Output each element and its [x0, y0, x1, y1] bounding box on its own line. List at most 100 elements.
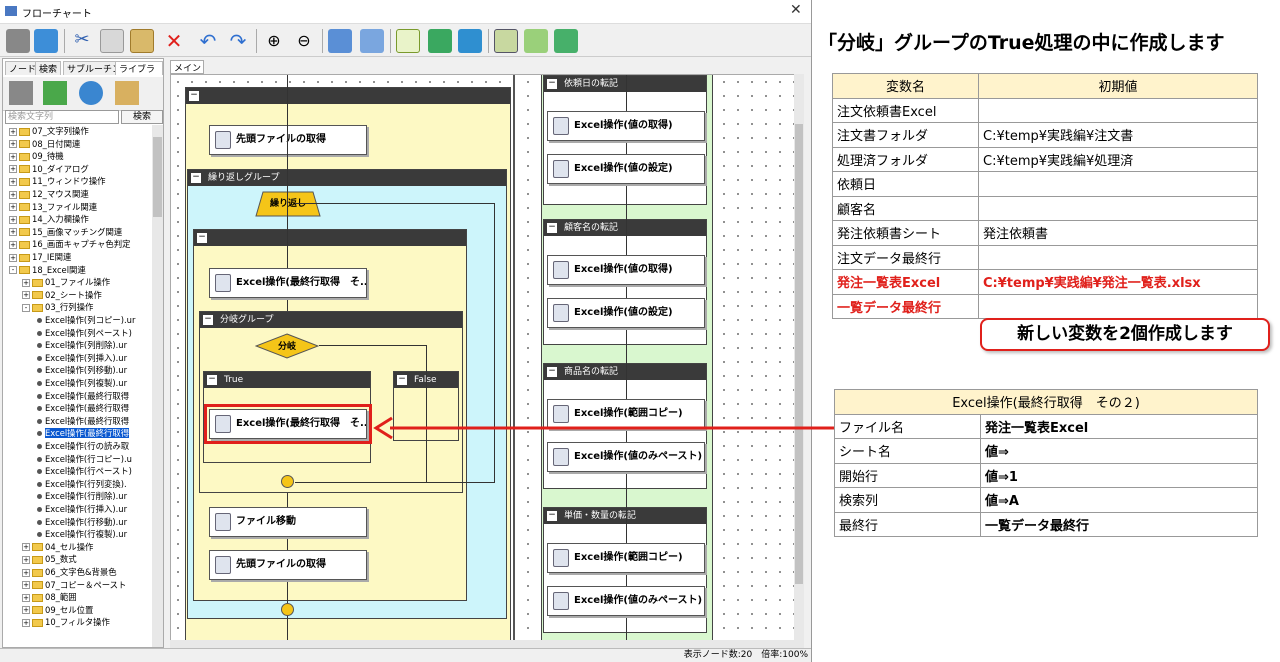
- tree-folder[interactable]: +12_マウス関連: [9, 188, 89, 201]
- refresh-icon[interactable]: [79, 81, 103, 105]
- tree-item[interactable]: Excel操作(行複製).ur: [35, 528, 127, 541]
- tree-folder[interactable]: +11_ウィンドウ操作: [9, 175, 105, 188]
- tree-folder[interactable]: +13_ファイル関連: [9, 201, 97, 214]
- collapse-icon[interactable]: −: [207, 375, 217, 385]
- tree-folder[interactable]: +07_文字列操作: [9, 125, 89, 138]
- node-get-first-file-2[interactable]: 先頭ファイルの取得: [209, 550, 367, 580]
- tree-item[interactable]: Excel操作(最終行取得: [35, 427, 130, 440]
- collapse-icon[interactable]: −: [547, 511, 557, 521]
- tree-folder[interactable]: +10_フィルタ操作: [22, 616, 110, 629]
- node-set-value-2[interactable]: Excel操作(値の設定): [547, 298, 705, 328]
- expand-icon[interactable]: +: [22, 543, 30, 552]
- expand-icon[interactable]: +: [9, 215, 17, 224]
- tree-item[interactable]: Excel操作(行列変換).: [35, 478, 127, 491]
- tree-folder[interactable]: +08_日付関連: [9, 138, 80, 151]
- robot-icon[interactable]: [6, 29, 30, 53]
- node-range-copy-2[interactable]: Excel操作(範囲コピー): [547, 543, 705, 573]
- tree-folder[interactable]: +17_IE関連: [9, 251, 71, 264]
- expand-icon[interactable]: -: [9, 266, 17, 275]
- collapse-icon[interactable]: −: [197, 233, 207, 243]
- tree-item[interactable]: Excel操作(最終行取得: [35, 390, 129, 403]
- tree-folder[interactable]: +07_コピー＆ペースト: [22, 579, 126, 592]
- search-button[interactable]: 検索: [121, 110, 163, 124]
- node-file-move[interactable]: ファイル移動: [209, 507, 367, 537]
- expand-icon[interactable]: -: [22, 303, 30, 312]
- close-icon[interactable]: ✕: [790, 2, 802, 18]
- tree-folder[interactable]: +02_シート操作: [22, 289, 102, 302]
- tree-item[interactable]: Excel操作(行の読み取: [35, 440, 129, 453]
- search-input[interactable]: 検索文字列: [5, 110, 119, 124]
- redo-icon[interactable]: ↷: [226, 29, 250, 53]
- tree-item[interactable]: Excel操作(列コピー).ur: [35, 314, 135, 327]
- step-icon[interactable]: [458, 29, 482, 53]
- expand-icon[interactable]: +: [22, 568, 30, 577]
- collapse-icon[interactable]: −: [189, 91, 199, 101]
- note-icon[interactable]: [396, 29, 420, 53]
- node-get-value-2[interactable]: Excel操作(値の取得): [547, 255, 705, 285]
- tab-main[interactable]: メイン: [170, 60, 204, 74]
- download-icon[interactable]: [524, 29, 548, 53]
- tree-item[interactable]: Excel操作(列移動).ur: [35, 364, 127, 377]
- collapse-icon[interactable]: −: [547, 223, 557, 233]
- expand-icon[interactable]: +: [9, 228, 17, 237]
- tab-search[interactable]: 検索: [35, 61, 62, 75]
- node-paste-values-2[interactable]: Excel操作(値のみペースト): [547, 586, 705, 616]
- expand-icon[interactable]: +: [9, 140, 17, 149]
- paste-icon[interactable]: [130, 29, 154, 53]
- run-icon[interactable]: [428, 29, 452, 53]
- delete-icon[interactable]: ✕: [162, 29, 186, 53]
- tree-folder[interactable]: +16_画面キャプチャ色判定: [9, 238, 131, 251]
- tree-folder[interactable]: - 18_Excel関連: [9, 264, 86, 277]
- expand-icon[interactable]: +: [22, 278, 30, 287]
- collapse-icon[interactable]: −: [547, 79, 557, 89]
- import-icon[interactable]: [360, 29, 384, 53]
- node-get-value-1[interactable]: Excel操作(値の取得): [547, 111, 705, 141]
- collapse-icon[interactable]: −: [203, 315, 213, 325]
- node-paste-values-1[interactable]: Excel操作(値のみペースト): [547, 442, 705, 472]
- expand-icon[interactable]: +: [9, 165, 17, 174]
- tree-item[interactable]: Excel操作(行移動).ur: [35, 516, 127, 529]
- tree-folder[interactable]: - 03_行列操作: [22, 301, 93, 314]
- library-search-icon[interactable]: [115, 81, 139, 105]
- tree-folder[interactable]: +08_範囲: [22, 591, 77, 604]
- tree-item[interactable]: Excel操作(列削除).ur: [35, 339, 127, 352]
- tree-item[interactable]: Excel操作(列複製).ur: [35, 377, 127, 390]
- expand-icon[interactable]: +: [9, 253, 17, 262]
- tree-item[interactable]: Excel操作(最終行取得: [35, 402, 129, 415]
- copy-icon[interactable]: [100, 29, 124, 53]
- cut-icon[interactable]: ✂: [70, 29, 94, 53]
- library-add-icon[interactable]: [43, 81, 67, 105]
- robot-icon[interactable]: [9, 81, 33, 105]
- expand-icon[interactable]: +: [22, 618, 30, 627]
- expand-icon[interactable]: +: [9, 190, 17, 199]
- undo-icon[interactable]: ↶: [196, 29, 220, 53]
- tree-item[interactable]: Excel操作(行挿入).ur: [35, 503, 127, 516]
- tree-item[interactable]: Excel操作(列挿入).ur: [35, 352, 127, 365]
- tree-item[interactable]: Excel操作(行ペースト): [35, 465, 132, 478]
- expand-icon[interactable]: +: [9, 240, 17, 249]
- tree-item[interactable]: Excel操作(列ペースト): [35, 327, 132, 340]
- tree-folder[interactable]: +01_ファイル操作: [22, 276, 110, 289]
- expand-icon[interactable]: +: [22, 555, 30, 564]
- tree-folder[interactable]: +09_セル位置: [22, 604, 93, 617]
- node-get-first-file[interactable]: 先頭ファイルの取得: [209, 125, 367, 155]
- tree-folder[interactable]: +09_待機: [9, 150, 64, 163]
- expand-icon[interactable]: +: [22, 291, 30, 300]
- image-icon[interactable]: [34, 29, 58, 53]
- expand-icon[interactable]: +: [9, 127, 17, 136]
- export-icon[interactable]: [328, 29, 352, 53]
- expand-icon[interactable]: +: [9, 203, 17, 212]
- tree-item[interactable]: Excel操作(最終行取得: [35, 415, 129, 428]
- canvas-scrollbar[interactable]: [794, 74, 804, 640]
- tree-folder[interactable]: +06_文字色&背景色: [22, 566, 117, 579]
- expand-icon[interactable]: +: [22, 581, 30, 590]
- expand-icon[interactable]: +: [9, 152, 17, 161]
- zoom-in-icon[interactable]: ⊕: [262, 29, 286, 53]
- zoom-out-icon[interactable]: ⊖: [292, 29, 316, 53]
- tree-scrollbar[interactable]: [152, 125, 163, 647]
- tree-item[interactable]: Excel操作(行コピー).u: [35, 453, 132, 466]
- flowchart-canvas[interactable]: − 先頭ファイルの取得 −繰り返しグループ 繰り返し − Excel操作(最終行…: [170, 74, 804, 650]
- tree-folder[interactable]: +04_セル操作: [22, 541, 93, 554]
- canvas-hscrollbar[interactable]: [170, 640, 804, 648]
- tree-folder[interactable]: +05_数式: [22, 553, 77, 566]
